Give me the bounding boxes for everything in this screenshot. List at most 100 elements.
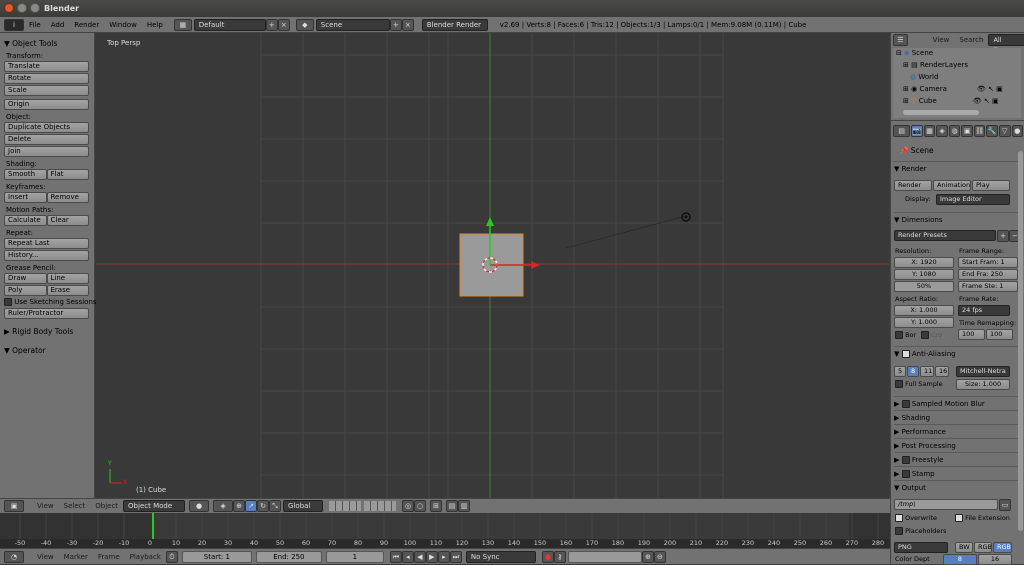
bw-button[interactable]: BW — [955, 542, 973, 553]
start-frame-prop[interactable]: Start Fram: 1 — [958, 257, 1018, 268]
play-reverse-icon[interactable]: ◀ — [413, 550, 426, 563]
scene-icon[interactable]: ◆ — [295, 18, 314, 31]
clear-button[interactable]: Clear — [46, 215, 89, 226]
outliner-search[interactable]: Search — [954, 36, 988, 44]
motion-blur-panel-header[interactable]: ▶ Sampled Motion Blur — [894, 396, 1020, 410]
editor-type-icon[interactable]: i — [4, 18, 24, 31]
full-sample-checkbox[interactable] — [895, 380, 903, 388]
post-processing-panel-header[interactable]: ▶ Post Processing — [894, 438, 1020, 452]
aa-filter-select[interactable]: Mitchell-Netra — [956, 366, 1010, 377]
remove-keyframe-button[interactable]: Remove — [46, 192, 89, 203]
menu-view[interactable]: View — [32, 502, 59, 510]
screen-layout-icon[interactable]: ▦ — [173, 18, 192, 31]
remap-old-field[interactable]: 100 — [958, 329, 985, 340]
mode-select[interactable]: Object Mode — [123, 500, 186, 512]
overwrite-toggle[interactable]: Overwrite — [895, 514, 937, 522]
timeline-area[interactable]: -50 -40 -30 -20 -10 0 10 20 30 40 50 60 70 80 90 100 110… — [0, 513, 890, 548]
remove-layout-icon[interactable]: × — [277, 18, 290, 31]
menu-render[interactable]: Render — [69, 21, 104, 29]
maximize-window-button[interactable] — [30, 3, 40, 13]
play-button[interactable]: Play — [972, 180, 1010, 191]
render-button[interactable]: Render — [894, 180, 932, 191]
manipulator-icon[interactable]: ⊕ — [233, 500, 246, 512]
outliner-cube[interactable]: ⊞ ▽ Cube 👁 ↖ ▣ — [903, 96, 999, 107]
keying-set-icon[interactable]: ⚷ — [553, 550, 566, 563]
translate-button[interactable]: Translate — [4, 61, 89, 72]
outliner-display-select[interactable]: All Scenes — [988, 34, 1024, 54]
lock-camera-icon[interactable]: ◎ — [402, 500, 415, 512]
menu-add[interactable]: Add — [46, 21, 70, 29]
stamp-panel-header[interactable]: ▶ Stamp — [894, 466, 1020, 480]
snap-icon[interactable]: ⊞ — [430, 500, 443, 512]
opengl-anim-icon[interactable]: ▥ — [458, 500, 471, 512]
layers-tab-icon[interactable]: ▦ — [923, 125, 936, 137]
timeline-menu-view[interactable]: View — [32, 553, 59, 561]
sketching-checkbox[interactable] — [4, 298, 12, 306]
menu-select[interactable]: Select — [59, 502, 91, 510]
screen-layout-field[interactable]: Default — [193, 18, 266, 31]
timeline-menu-frame[interactable]: Frame — [93, 553, 125, 561]
world-tab-icon[interactable]: ◍ — [948, 125, 961, 137]
calculate-button[interactable]: Calculate — [4, 215, 47, 226]
menu-object[interactable]: Object — [90, 502, 123, 510]
remove-scene-icon[interactable]: × — [401, 18, 414, 31]
depth-16-button[interactable]: 16 — [978, 554, 1012, 565]
3d-viewport[interactable]: Top Persp Y X (1) Cube — [96, 33, 889, 498]
proportional-edit-icon[interactable]: ○ — [414, 500, 427, 512]
keying-set-field[interactable] — [567, 550, 642, 563]
object-tab-icon[interactable]: ▣ — [961, 125, 973, 137]
camera-visibility-icons[interactable]: 👁 ↖ ▣ — [977, 85, 1003, 93]
anti-aliasing-panel-header[interactable]: ▼ Anti-Aliasing — [894, 346, 1020, 360]
erase-button[interactable]: Erase — [46, 285, 89, 296]
motion-blur-checkbox[interactable] — [901, 400, 910, 408]
output-panel-header[interactable]: ▼ Output — [894, 480, 1020, 494]
pin-icon[interactable]: 📌 — [899, 146, 908, 155]
current-frame-field[interactable]: 1 — [325, 550, 384, 563]
jump-start-icon[interactable]: ⏮ — [389, 550, 402, 563]
aa-16-button[interactable]: 16 — [935, 366, 949, 377]
crop-checkbox[interactable] — [921, 331, 929, 339]
scene-field[interactable]: Scene — [315, 18, 390, 31]
timeline-menu-playback[interactable]: Playback — [125, 553, 166, 561]
scene-tab-icon[interactable]: ◈ — [936, 125, 948, 137]
cube-visibility-icons[interactable]: 👁 ↖ ▣ — [973, 97, 999, 105]
stamp-checkbox[interactable] — [901, 470, 910, 478]
editor-type-icon-timeline[interactable]: ◔ — [4, 550, 24, 563]
add-preset-icon[interactable]: + — [997, 230, 1009, 242]
viewport-shading-icon[interactable]: ● — [189, 500, 210, 512]
border-toggle[interactable]: Bor — [895, 331, 916, 339]
join-button[interactable]: Join — [4, 146, 89, 157]
rgb-button[interactable]: RGB — [974, 542, 992, 553]
aa-11-button[interactable]: 11 — [920, 366, 934, 377]
filter-size-field[interactable]: Size: 1.000 — [956, 379, 1010, 390]
props-editor-icon[interactable]: ▤ — [893, 125, 911, 137]
file-extension-toggle[interactable]: File Extension — [955, 514, 1010, 522]
animation-button[interactable]: Animation — [933, 180, 971, 191]
delete-button[interactable]: Delete — [4, 134, 89, 145]
play-icon[interactable]: ▶ — [425, 550, 438, 563]
file-format-select[interactable]: PNG — [894, 542, 948, 553]
start-frame-field[interactable]: Start: 1 — [181, 550, 252, 563]
resolution-y-field[interactable]: Y: 1080 — [894, 269, 954, 280]
render-tab-icon[interactable]: 📷 — [911, 125, 923, 137]
poly-button[interactable]: Poly — [4, 285, 47, 296]
material-tab-icon[interactable]: ● — [1011, 125, 1024, 137]
performance-panel-header[interactable]: ▶ Performance — [894, 424, 1020, 438]
orientation-select[interactable]: Global — [283, 500, 324, 512]
resolution-x-field[interactable]: X: 1920 — [894, 257, 954, 268]
layers-widget-1[interactable] — [329, 501, 362, 511]
sync-select[interactable]: No Sync — [465, 550, 536, 563]
aa-5-button[interactable]: 5 — [894, 366, 906, 377]
remap-new-field[interactable]: 100 — [986, 329, 1013, 340]
outliner-scene[interactable]: ⊟ ◈ Scene — [896, 48, 933, 59]
preview-range-icon[interactable]: ⏱ — [165, 550, 178, 563]
operator-header[interactable]: ▼ Operator — [4, 346, 90, 355]
insert-keyframe-button[interactable]: Insert — [4, 192, 47, 203]
layers-widget-2[interactable] — [364, 501, 397, 511]
sketching-sessions-toggle[interactable]: Use Sketching Sessions — [4, 298, 97, 306]
browse-folder-icon[interactable]: ▭ — [999, 499, 1011, 511]
data-tab-icon[interactable]: ▽ — [998, 125, 1011, 137]
aspect-y-field[interactable]: Y: 1.000 — [894, 317, 954, 328]
display-select[interactable]: Image Editor — [936, 194, 1010, 205]
frame-step-prop[interactable]: Frame Ste: 1 — [958, 281, 1018, 292]
